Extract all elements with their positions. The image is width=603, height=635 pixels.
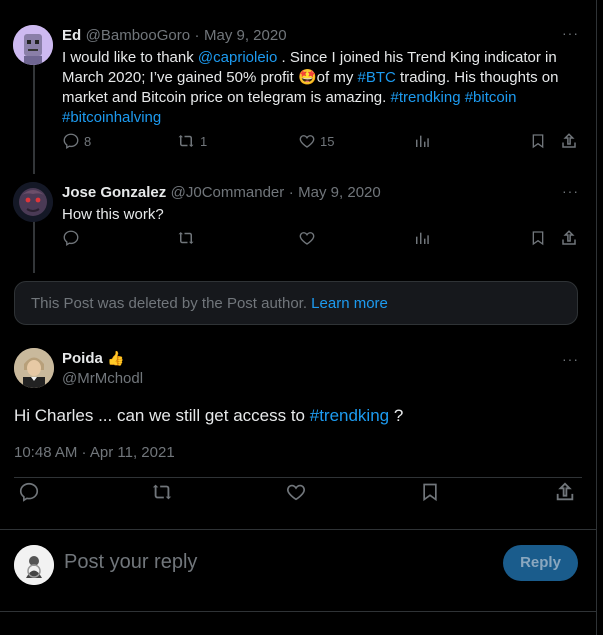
deleted-post-notice: This Post was deleted by the Post author… [14,281,578,325]
separator-dot: · [194,27,200,44]
views-action[interactable] [414,230,430,246]
author-handle[interactable]: @MrMchodl [62,370,143,387]
avatar[interactable] [14,348,54,388]
thread-connector [33,213,35,273]
tweet-link[interactable]: #BTC [358,69,396,86]
tweet-timestamp[interactable]: 10:48 AM · Apr 11, 2021 [14,444,175,461]
separator-dot: · [288,184,294,201]
bookmark-icon [423,483,437,502]
share-action[interactable] [554,481,576,503]
share-icon [556,482,574,501]
repost-icon [178,232,194,244]
conversation-thread: Ed @BambooGoro · May 9, 2020 ··· I would… [0,0,597,635]
divider [14,477,582,478]
repost-action[interactable] [176,229,196,247]
tweet-header: Ed @BambooGoro · May 9, 2020 [62,27,287,45]
author-name-emoji: 👍 [107,350,125,366]
share-action[interactable] [560,132,578,150]
share-action[interactable] [560,229,578,247]
deleted-post-text: This Post was deleted by the Post author… [31,295,307,312]
like-action[interactable]: 15 [298,132,334,150]
avatar[interactable] [14,545,54,585]
tweet-text-segment: I would like to thank [62,49,198,66]
thread-connector [33,58,35,174]
heart-icon [299,135,315,148]
author-handle[interactable]: @J0Commander [171,184,285,201]
analytics-icon [416,232,429,244]
tweet-text-prefix: Hi Charles ... can we still get access t… [14,406,310,425]
repost-action[interactable] [150,481,174,503]
reply-icon [19,482,39,502]
reply-input[interactable]: Post your reply [64,551,197,574]
repost-count: 1 [200,133,208,149]
tweet-text-segment: of my [316,69,358,86]
main-tweet-text: Hi Charles ... can we still get access t… [14,405,403,427]
more-options-icon[interactable]: ··· [562,351,579,367]
heart-icon [287,484,305,501]
tweet-link[interactable]: #trendking [390,89,460,106]
heart-icon [299,232,315,245]
repost-icon [152,484,172,500]
main-author: Poida 👍 [62,350,125,368]
like-action[interactable] [298,229,316,247]
avatar[interactable] [13,182,53,222]
divider [0,529,596,530]
bookmark-icon [532,134,544,149]
tweet-link[interactable]: #bitcoin [465,89,517,106]
bookmark-action[interactable] [530,229,546,247]
author-name[interactable]: Ed [62,27,81,44]
reply-icon [63,230,79,246]
reply-action[interactable] [62,229,80,247]
like-count: 15 [320,133,335,149]
tweet-text-suffix: ? [389,406,404,425]
bookmark-icon [532,231,544,246]
repost-icon [178,135,194,147]
tweet-link[interactable]: #bitcoinhalving [62,109,161,126]
repost-action[interactable]: 1 [176,132,207,150]
bookmark-action[interactable] [530,132,546,150]
tweet-text: How this work? [62,206,164,223]
views-action[interactable] [414,133,430,149]
analytics-icon [416,135,429,147]
reply-action[interactable] [18,481,40,503]
divider [0,611,596,612]
tweet-header: Jose Gonzalez @J0Commander · May 9, 2020 [62,184,381,202]
share-icon [562,133,576,148]
reply-icon [63,133,79,149]
more-options-icon[interactable]: ··· [562,25,579,41]
tweet-link[interactable]: @caprioleio [198,49,277,66]
more-options-icon[interactable]: ··· [562,183,579,199]
bookmark-action[interactable] [420,481,440,503]
hashtag-link[interactable]: #trendking [310,406,389,425]
reply-action[interactable]: 8 [62,132,91,150]
author-handle[interactable]: @BambooGoro [86,27,190,44]
tweet-date[interactable]: May 9, 2020 [204,27,287,44]
share-icon [562,230,576,245]
emoji: 🤩 [297,69,317,86]
author-name[interactable]: Poida [62,350,103,367]
avatar[interactable] [13,25,53,65]
author-name[interactable]: Jose Gonzalez [62,184,166,201]
reply-button[interactable]: Reply [503,545,578,581]
tweet-date[interactable]: May 9, 2020 [298,184,381,201]
like-action[interactable] [285,481,307,503]
reply-count: 8 [84,133,92,149]
tweet-text: I would like to thank @caprioleio . Sinc… [62,48,582,128]
learn-more-link[interactable]: Learn more [311,295,388,312]
